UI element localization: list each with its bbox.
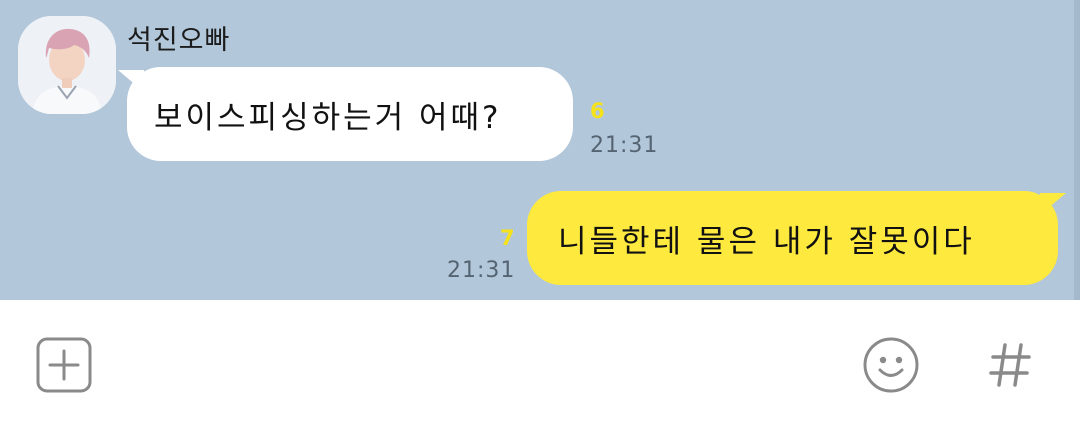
contact-avatar[interactable] bbox=[18, 16, 116, 114]
unread-count: 6 bbox=[590, 99, 605, 123]
avatar-photo bbox=[18, 16, 116, 114]
scrollbar[interactable] bbox=[1074, 0, 1080, 300]
message-timestamp: 21:31 bbox=[447, 258, 516, 283]
chat-area[interactable]: 석진오빠 보이스피싱하는거 어때? 6 21:31 니들한테 물은 내가 잘못이… bbox=[0, 0, 1080, 300]
smiley-icon[interactable] bbox=[862, 336, 920, 394]
unread-count: 7 bbox=[500, 226, 515, 250]
hash-icon[interactable] bbox=[986, 340, 1036, 390]
incoming-message-text: 보이스피싱하는거 어때? bbox=[154, 99, 502, 136]
sender-name: 석진오빠 bbox=[127, 25, 231, 56]
plus-square-icon[interactable] bbox=[36, 337, 92, 393]
message-timestamp: 21:31 bbox=[590, 133, 659, 158]
outgoing-message-bubble[interactable]: 니들한테 물은 내가 잘못이다 bbox=[527, 191, 1058, 285]
outgoing-message-text: 니들한테 물은 내가 잘못이다 bbox=[558, 223, 975, 260]
incoming-message-bubble[interactable]: 보이스피싱하는거 어때? bbox=[127, 67, 573, 161]
